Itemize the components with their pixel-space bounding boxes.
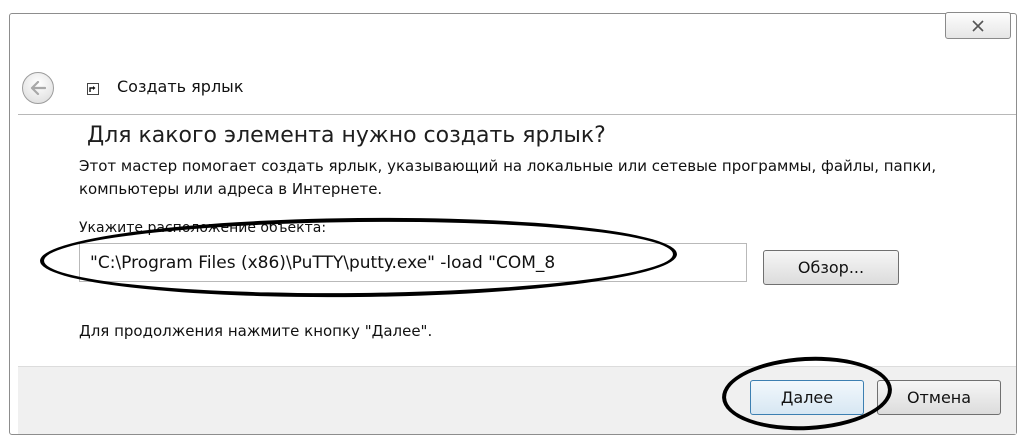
location-input[interactable]	[79, 243, 747, 282]
close-x-icon	[972, 19, 984, 32]
back-arrow-icon	[30, 81, 46, 95]
page-heading: Для какого элемента нужно создать ярлык?	[87, 123, 606, 148]
cancel-button[interactable]: Отмена	[877, 380, 1001, 415]
wizard-description: Этот мастер помогает создать ярлык, указ…	[79, 157, 937, 198]
continue-hint: Для продолжения нажмите кнопку "Далее".	[79, 322, 433, 340]
button-footer	[18, 366, 1016, 434]
location-label: Укажите расположение объекта:	[79, 220, 327, 236]
next-button[interactable]: Далее	[750, 380, 864, 415]
close-button[interactable]	[945, 12, 1011, 39]
shortcut-icon	[87, 83, 99, 95]
browse-button[interactable]: Обзор...	[763, 250, 899, 285]
back-button[interactable]	[22, 72, 54, 104]
wizard-title: Создать ярлык	[117, 77, 244, 96]
